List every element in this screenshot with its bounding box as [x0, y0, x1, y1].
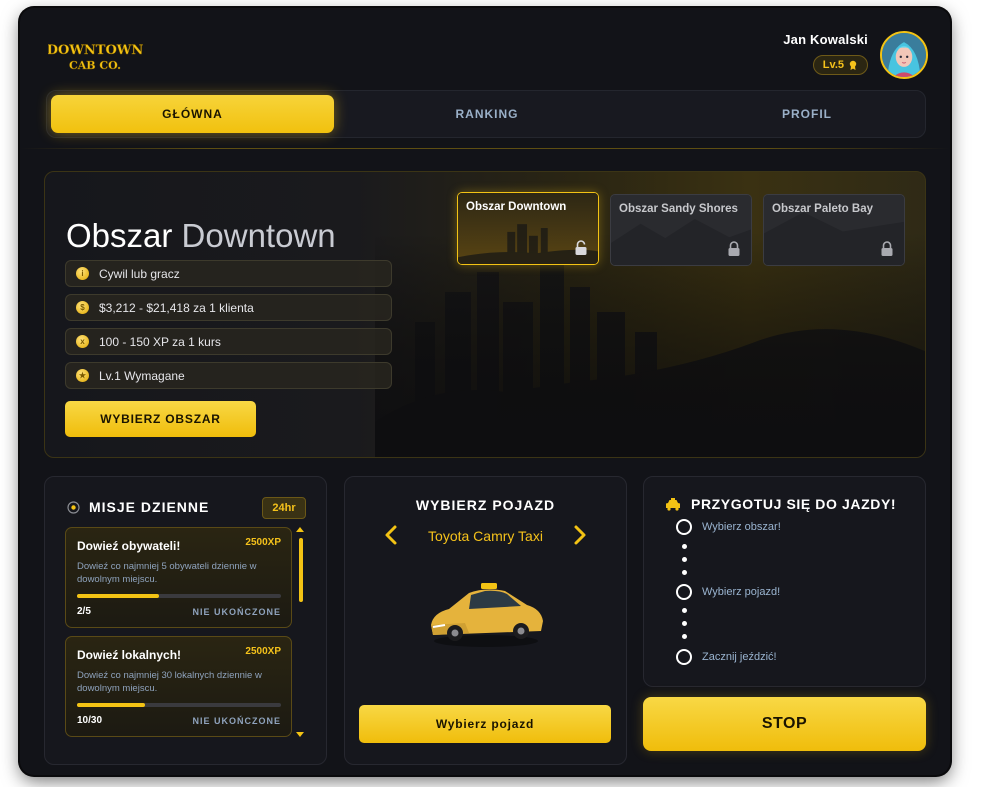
mission-card: Dowieź lokalnych! 2500XP Dowieź co najmn… — [65, 636, 292, 737]
level-text: Lv.5 — [822, 59, 844, 71]
mission-progress-bar — [77, 703, 281, 707]
area-card-paleto-bay[interactable]: Obszar Paleto Bay — [763, 194, 905, 266]
step-circle-icon — [676, 649, 692, 665]
area-info-text: 100 - 150 XP za 1 kurs — [99, 334, 221, 349]
step-label: Zacznij jeździć! — [702, 651, 777, 663]
step-dot — [682, 544, 687, 549]
taxi-car-image — [431, 583, 543, 647]
area-card-label: Obszar Downtown — [466, 201, 567, 213]
xp-coin-icon: x — [76, 335, 89, 348]
user-info: Jan Kowalski Lv.5 — [783, 32, 868, 75]
mission-description: Dowieź co najmniej 30 lokalnych dziennie… — [77, 670, 262, 694]
step-select-area: Wybierz obszar! — [676, 519, 781, 535]
mission-xp: 2500XP — [245, 646, 281, 657]
logo-line1: DOWNTOWN — [48, 43, 143, 58]
mission-status: NIE UKOŃCZONE — [192, 716, 281, 726]
app-window: DOWNTOWN CAB CO. Jan Kowalski Lv.5 GŁÓWN… — [20, 8, 950, 775]
area-card-downtown[interactable]: Obszar Downtown — [457, 192, 599, 265]
info-coin-icon: i — [76, 267, 89, 280]
daily-missions-panel: MISJE DZIENNE 24hr Dowieź obywateli! 250… — [44, 476, 327, 765]
scroll-up-arrow-icon[interactable] — [296, 527, 304, 532]
step-dot — [682, 570, 687, 575]
step-label: Wybierz obszar! — [702, 521, 781, 533]
mission-progress-text: 2/5 — [77, 606, 91, 617]
tab-ranking[interactable]: RANKING — [402, 95, 572, 133]
vehicle-title: WYBIERZ POJAZD — [415, 497, 556, 513]
mission-title: Dowieź obywateli! — [77, 539, 181, 553]
step-circle-icon — [676, 584, 692, 600]
timer-badge: 24hr — [262, 497, 306, 519]
missions-header: MISJE DZIENNE — [67, 499, 209, 515]
area-title: Obszar Downtown — [66, 217, 336, 255]
step-dot — [682, 608, 687, 613]
area-info-level: ★ Lv.1 Wymagane — [65, 362, 392, 389]
scroll-down-arrow-icon[interactable] — [296, 732, 304, 737]
step-dot — [682, 634, 687, 639]
chevron-right-icon[interactable] — [570, 523, 590, 547]
header-divider — [20, 148, 950, 149]
lock-icon — [728, 241, 740, 256]
user-name: Jan Kowalski — [783, 32, 868, 47]
medal-icon — [849, 60, 857, 70]
lock-icon — [881, 241, 893, 256]
stop-button[interactable]: STOP — [643, 697, 926, 751]
mission-progress-fill — [77, 594, 159, 598]
step-select-vehicle: Wybierz pojazd! — [676, 584, 780, 600]
avatar[interactable] — [880, 31, 928, 79]
step-dot — [682, 557, 687, 562]
tab-profil[interactable]: PROFIL — [722, 95, 892, 133]
mission-status: NIE UKOŃCZONE — [192, 607, 281, 617]
area-info-xp: x 100 - 150 XP za 1 kurs — [65, 328, 392, 355]
tab-glowna[interactable]: GŁÓWNA — [51, 95, 334, 133]
mission-card: Dowieź obywateli! 2500XP Dowieź co najmn… — [65, 527, 292, 628]
unlock-icon — [575, 240, 587, 255]
area-title-name: Downtown — [181, 217, 336, 254]
area-info-text: Cywil lub gracz — [99, 266, 180, 281]
step-dot — [682, 621, 687, 626]
level-badge: Lv.5 — [812, 55, 868, 75]
taxi-icon — [666, 497, 680, 511]
avatar-portrait-icon — [882, 33, 926, 77]
area-card-label: Obszar Paleto Bay — [772, 203, 873, 215]
area-info-text: $3,212 - $21,418 za 1 klienta — [99, 300, 254, 315]
step-label: Wybierz pojazd! — [702, 586, 781, 598]
mission-progress-bar — [77, 594, 281, 598]
select-vehicle-button[interactable]: Wybierz pojazd — [359, 705, 611, 743]
get-ready-panel: PRZYGOTUJ SIĘ DO JAZDY! Wybierz obszar! … — [643, 476, 926, 687]
area-card-label: Obszar Sandy Shores — [619, 203, 738, 215]
target-icon — [67, 500, 80, 514]
level-coin-icon: ★ — [76, 369, 89, 382]
ready-title: PRZYGOTUJ SIĘ DO JAZDY! — [691, 496, 897, 512]
mission-progress-text: 10/30 — [77, 715, 103, 726]
mission-title: Dowieź lokalnych! — [77, 648, 182, 662]
select-area-button[interactable]: WYBIERZ OBSZAR — [65, 401, 256, 437]
vehicle-panel: WYBIERZ POJAZD Toyota Camry Taxi Wybierz… — [344, 476, 627, 765]
mission-progress-fill — [77, 703, 145, 707]
main-tabs: GŁÓWNA RANKING PROFIL — [46, 90, 926, 138]
mission-description: Dowieź co najmniej 5 obywateli dziennie … — [77, 561, 257, 585]
logo-line2: CAB CO. — [69, 59, 121, 72]
area-title-prefix: Obszar — [66, 217, 173, 254]
area-section: Obszar Downtown i Cywil lub gracz $ $3,2… — [44, 171, 926, 458]
area-card-sandy-shores[interactable]: Obszar Sandy Shores — [610, 194, 752, 266]
step-circle-icon — [676, 519, 692, 535]
scrollbar-thumb[interactable] — [299, 538, 303, 602]
missions-title: MISJE DZIENNE — [89, 499, 210, 515]
area-info-players: i Cywil lub gracz — [65, 260, 392, 287]
downtown-cab-logo: DOWNTOWN CAB CO. — [47, 38, 144, 74]
area-info-text: Lv.1 Wymagane — [99, 368, 185, 383]
mission-xp: 2500XP — [245, 537, 281, 548]
step-start-driving: Zacznij jeździć! — [676, 649, 777, 665]
money-coin-icon: $ — [76, 301, 89, 314]
ready-header: PRZYGOTUJ SIĘ DO JAZDY! — [665, 496, 896, 512]
area-info-money: $ $3,212 - $21,418 za 1 klienta — [65, 294, 392, 321]
